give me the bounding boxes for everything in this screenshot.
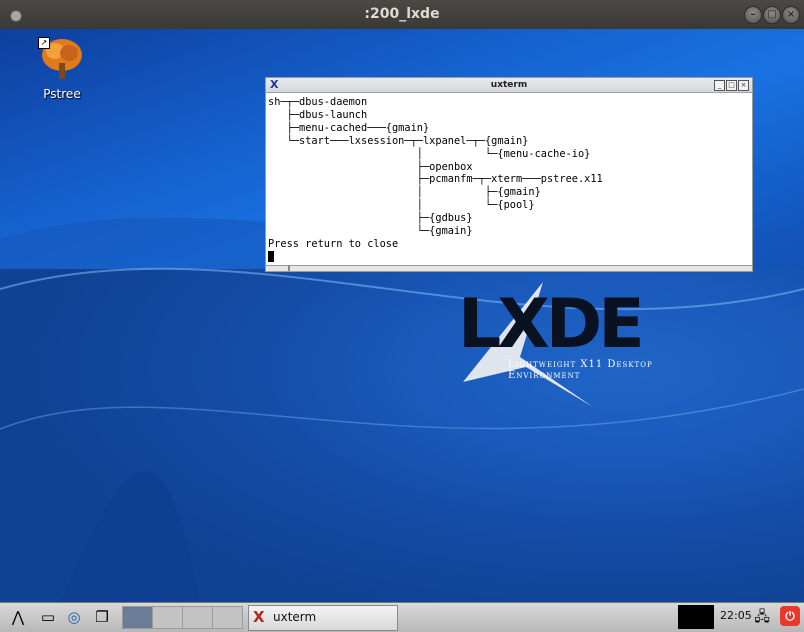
taskbar-task-uxterm[interactable]: X uxterm <box>248 605 398 631</box>
window-switcher-icon[interactable]: ❐ <box>92 607 112 627</box>
terminal-line: └─start───lxsession─┬─lxpanel─┬─{gmain} <box>268 134 529 147</box>
uxterm-minimize-button[interactable]: _ <box>714 80 725 91</box>
terminal-line: ├─{gdbus} <box>268 212 473 225</box>
terminal-cursor <box>268 251 274 263</box>
uxterm-title: uxterm <box>490 80 528 90</box>
desktop-icon-pstree[interactable]: ↗ Pstree <box>32 37 92 101</box>
horizontal-scrollbar[interactable] <box>266 265 752 271</box>
terminal-line: └─{gmain} <box>268 225 473 238</box>
terminal-cursor-line <box>268 251 748 264</box>
workspace-2[interactable] <box>152 606 183 629</box>
network-icon[interactable]: 🖧 <box>752 606 772 628</box>
desktop[interactable]: ↗ Pstree X uxterm _ □ × sh─┬─dbus-daemon… <box>0 29 804 602</box>
desktop-icon-label: Pstree <box>43 87 81 101</box>
uxterm-window[interactable]: X uxterm _ □ × sh─┬─dbus-daemon ├─dbus-l… <box>265 77 753 272</box>
terminal-line: ├─pcmanfm─┬─xterm───pstree.x11 <box>268 173 603 186</box>
terminal-line: ├─dbus-launch <box>268 108 368 121</box>
file-manager-icon[interactable]: ▭ <box>38 607 58 627</box>
lxde-menu-icon[interactable]: ⋀ <box>8 607 28 627</box>
lxde-logo: LXDE Lightweight X11 Desktop Environment <box>448 277 698 437</box>
web-browser-icon[interactable]: ◎ <box>64 607 84 627</box>
terminal-line: sh─┬─dbus-daemon <box>268 96 368 108</box>
logo-wordmark: LXDE <box>458 285 645 364</box>
terminal-line: ├─openbox <box>268 160 473 173</box>
uxterm-close-button[interactable]: × <box>738 80 749 91</box>
terminal-output[interactable]: sh─┬─dbus-daemon ├─dbus-launch ├─menu-ca… <box>268 96 748 263</box>
xterm-icon: X <box>253 608 265 626</box>
workspace-1[interactable] <box>122 606 153 629</box>
terminal-line: ├─menu-cached───{gmain} <box>268 121 430 134</box>
scrollbar-thumb[interactable] <box>288 266 290 271</box>
terminal-line: │ └─{menu-cache-io} <box>268 147 591 160</box>
close-button[interactable]: × <box>782 6 800 24</box>
uxterm-titlebar[interactable]: X uxterm _ □ × <box>266 78 752 93</box>
power-icon[interactable]: ⏻ <box>780 606 800 626</box>
workspace-4[interactable] <box>212 606 243 629</box>
minimize-button[interactable]: – <box>744 6 762 24</box>
shortcut-arrow-icon: ↗ <box>38 37 50 49</box>
logo-subtitle: Lightweight X11 Desktop Environment <box>508 359 653 381</box>
clock[interactable]: 22:05 <box>720 609 752 622</box>
task-label: uxterm <box>273 610 317 624</box>
maximize-button[interactable]: □ <box>763 6 781 24</box>
terminal-line: │ ├─{gmain} <box>268 186 541 199</box>
host-window: :200_lxde – □ × ↗ Pstree X uxterm _ □ × … <box>0 0 804 632</box>
workspace-3[interactable] <box>182 606 213 629</box>
uxterm-maximize-button[interactable]: □ <box>726 80 737 91</box>
host-window-title: :200_lxde <box>364 6 440 22</box>
cpu-monitor[interactable] <box>678 605 714 629</box>
terminal-line: Press return to close <box>268 237 399 250</box>
taskbar: ⋀ ▭ ◎ ❐ X uxterm 22:05 🖧 ⏻ <box>0 602 804 632</box>
terminal-line: │ └─{pool} <box>268 199 535 212</box>
host-titlebar[interactable]: :200_lxde – □ × <box>0 0 804 29</box>
